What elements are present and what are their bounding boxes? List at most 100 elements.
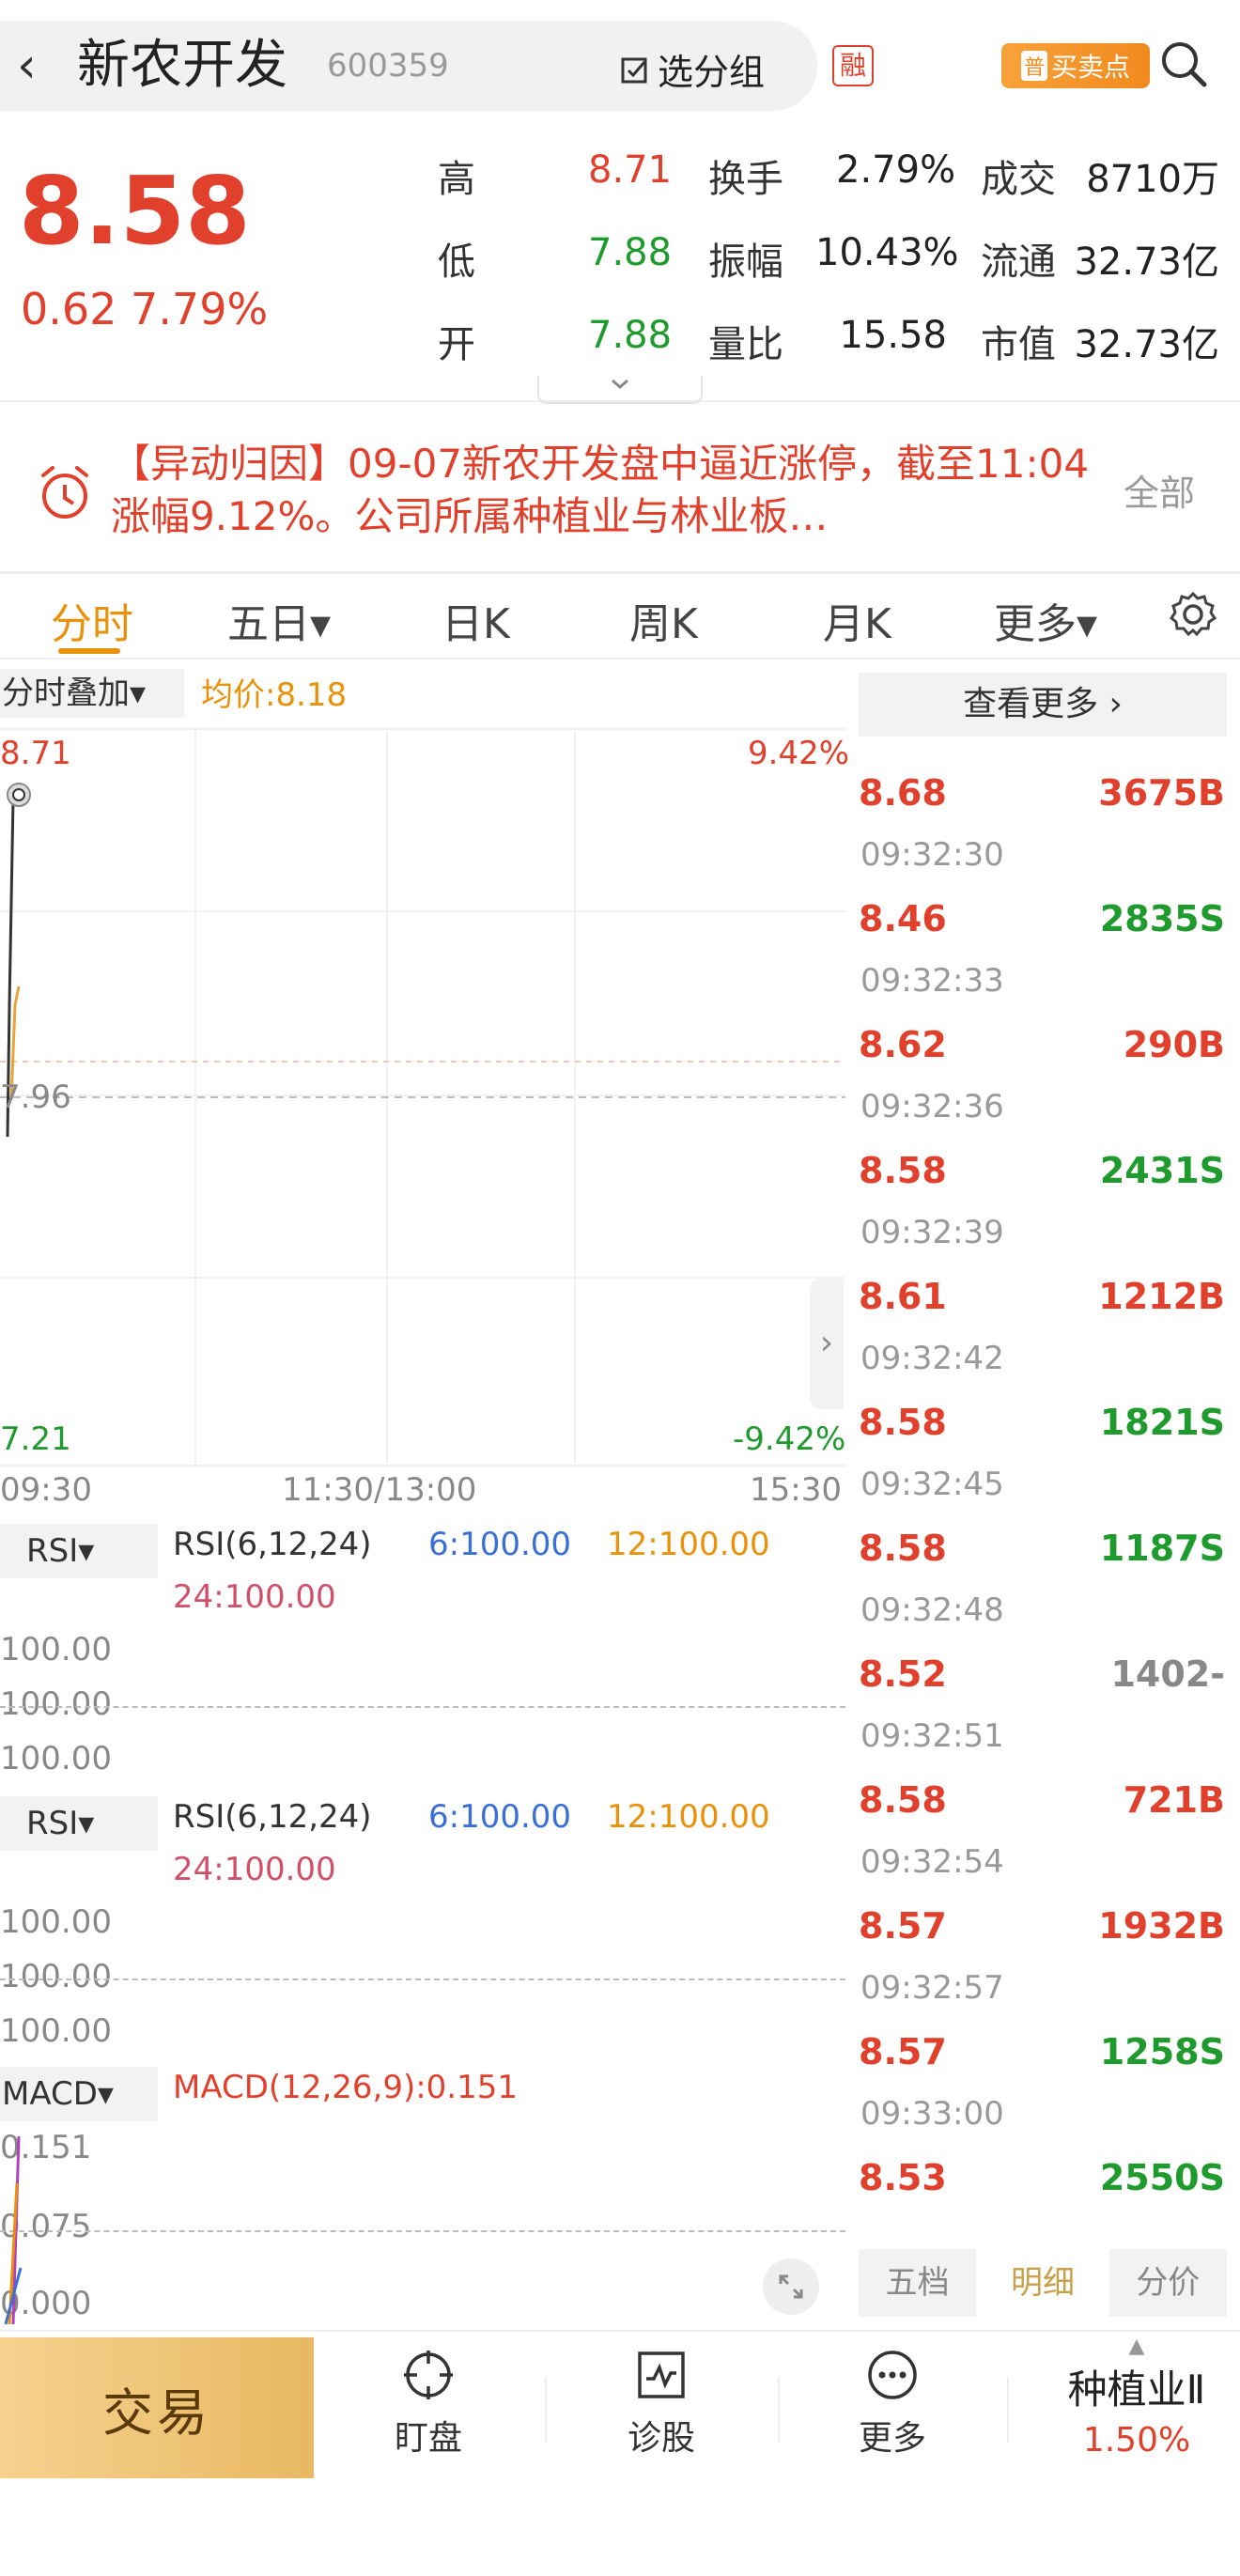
rsi-12-value-2: 12:100.00 — [607, 1798, 770, 1836]
label-volume: 成交 — [981, 158, 1056, 201]
diagnose-label: 诊股 — [627, 2419, 695, 2458]
margin-badge[interactable]: 融 — [832, 45, 874, 86]
fullscreen-icon[interactable] — [763, 2258, 819, 2315]
chart-high-pct: 9.42% — [748, 735, 850, 772]
label-market-cap: 市值 — [981, 323, 1056, 366]
trade-price: 8.58 — [859, 1150, 947, 1191]
trade-button[interactable]: 交易 — [0, 2337, 314, 2478]
sector-button[interactable]: ▲ 种植业Ⅱ 1.50% — [1033, 2335, 1240, 2460]
alarm-clock-icon — [32, 460, 98, 526]
tab-five-level[interactable]: 五档 — [859, 2249, 977, 2317]
value-open: 7.88 — [588, 314, 673, 357]
value-low: 7.88 — [588, 231, 673, 274]
rsi-tick-bottom-2: 100.00 — [0, 2012, 112, 2050]
trade-row: 8.53 2550S — [859, 2157, 1225, 2198]
tab-detail[interactable]: 明细 — [984, 2249, 1101, 2317]
chart-pulse-icon — [638, 2351, 685, 2398]
average-price-label: 均价:8.18 — [201, 676, 348, 714]
divider — [545, 2377, 547, 2443]
macd-midline — [0, 2230, 845, 2232]
rsi-midline-2 — [0, 1979, 845, 1980]
rsi-midline — [0, 1706, 845, 1708]
divider — [0, 2330, 1240, 2332]
current-price: 8.58 — [19, 156, 251, 266]
price-change: 0.62 7.79% — [21, 284, 268, 334]
tab-five-day[interactable]: 五日▾ — [227, 590, 331, 650]
intraday-chart[interactable] — [0, 723, 845, 1475]
stock-code: 600359 — [327, 47, 449, 85]
back-button[interactable]: ‹ — [17, 38, 54, 94]
tab-monthly-k[interactable]: 月K — [823, 590, 891, 650]
tab-more[interactable]: 更多▾ — [994, 590, 1097, 650]
chart-low-price: 7.21 — [0, 1420, 71, 1458]
time-start: 09:30 — [0, 1471, 92, 1509]
change-percent: 7.79% — [131, 284, 269, 334]
rsi-6-value-2: 6:100.00 — [428, 1798, 572, 1836]
rsi-6-value: 6:100.00 — [428, 1526, 572, 1563]
trade-price: 8.61 — [859, 1276, 947, 1317]
trade-price: 8.58 — [859, 1528, 947, 1569]
rsi-params: RSI(6,12,24) — [173, 1526, 372, 1563]
trade-price: 8.57 — [859, 2031, 947, 2072]
rsi-indicator-button[interactable]: RSI▾ — [0, 1524, 158, 1578]
bsp-tag: 普 — [1020, 51, 1047, 81]
trade-row: 8.58 2431S — [859, 1150, 1225, 1191]
watch-button[interactable]: 盯盘 — [363, 2349, 494, 2460]
news-alert-text[interactable]: 【异动归因】09-07新农开发盘中逼近涨停，截至11:04涨幅9.12%。公司所… — [111, 438, 1107, 543]
tab-price-dist[interactable]: 分价 — [1108, 2249, 1227, 2317]
trade-volume: 1187S — [1099, 1528, 1225, 1569]
checkbox-icon — [621, 57, 647, 83]
divider — [1007, 2377, 1009, 2443]
buy-sell-point-button[interactable]: 普 买卖点 — [1001, 43, 1150, 88]
more-label: 更多 — [858, 2419, 926, 2458]
overlay-button[interactable]: 分时叠加▾ — [0, 669, 184, 718]
label-high: 高 — [438, 158, 475, 201]
label-volume-ratio: 量比 — [708, 323, 783, 366]
label-turnover: 换手 — [708, 158, 783, 201]
search-icon[interactable] — [1157, 38, 1210, 90]
trade-time: 09:32:42 — [860, 1340, 1004, 1377]
rsi-indicator-button-2[interactable]: RSI▾ — [0, 1796, 158, 1851]
trade-time: 09:32:57 — [860, 1969, 1004, 2007]
tab-daily-k[interactable]: 日K — [442, 590, 510, 650]
value-float-cap: 32.73亿 — [1074, 241, 1219, 284]
time-end: 15:30 — [750, 1471, 842, 1509]
caret-up-icon: ▲ — [1128, 2335, 1145, 2358]
trade-price: 8.46 — [859, 898, 947, 939]
trade-price: 8.58 — [859, 1779, 947, 1821]
time-mid: 11:30/13:00 — [282, 1471, 477, 1509]
chart-high-price: 8.71 — [0, 735, 71, 772]
macd-label: MACD(12,26,9):0.151 — [173, 2069, 519, 2106]
diagnose-button[interactable]: 诊股 — [596, 2349, 727, 2460]
view-all-news[interactable]: 全部 — [1124, 464, 1195, 516]
view-more-trades-button[interactable]: 查看更多 › — [859, 673, 1227, 737]
trade-price: 8.68 — [859, 772, 947, 814]
macd-indicator-button[interactable]: MACD▾ — [0, 2067, 158, 2121]
expand-trades-handle[interactable]: › — [810, 1278, 844, 1409]
value-volume-ratio: 15.58 — [839, 314, 947, 357]
rsi-tick-mid: 100.00 — [0, 1685, 112, 1723]
select-group-button[interactable]: 选分组 — [620, 43, 765, 95]
trade-price: 8.52 — [859, 1653, 947, 1695]
divider — [0, 658, 1240, 660]
trade-row: 8.58 1187S — [859, 1528, 1225, 1569]
trade-volume: 2835S — [1099, 898, 1225, 939]
trade-time: 09:32:30 — [860, 836, 1004, 874]
tab-weekly-k[interactable]: 周K — [629, 590, 698, 650]
rsi-24-value: 24:100.00 — [173, 1578, 336, 1616]
trade-time: 09:32:51 — [860, 1717, 1004, 1755]
label-amplitude: 振幅 — [708, 241, 783, 284]
trade-time: 09:32:54 — [860, 1843, 1004, 1881]
rsi-tick-bottom: 100.00 — [0, 1740, 112, 1777]
value-volume: 8710万 — [1086, 158, 1219, 201]
tab-intraday[interactable]: 分时 — [51, 590, 133, 650]
label-open: 开 — [438, 323, 475, 366]
settings-icon[interactable] — [1169, 590, 1217, 639]
more-button[interactable]: 更多 — [827, 2349, 958, 2460]
rsi-params-2: RSI(6,12,24) — [173, 1798, 372, 1836]
expand-quote-button[interactable] — [537, 376, 703, 404]
trade-volume: 290B — [1123, 1024, 1225, 1065]
watch-label: 盯盘 — [394, 2419, 462, 2458]
rsi-tick-mid-2: 100.00 — [0, 1958, 112, 1995]
value-amplitude: 10.43% — [815, 231, 959, 274]
